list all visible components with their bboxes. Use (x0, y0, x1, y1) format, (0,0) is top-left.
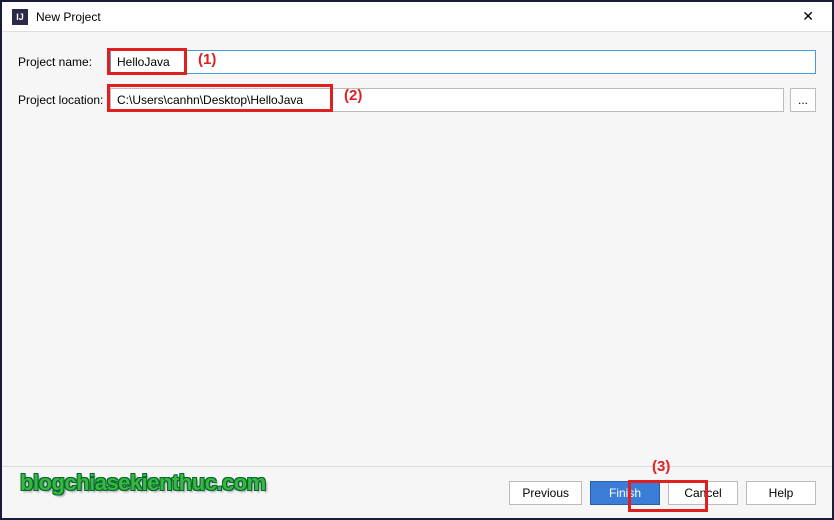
close-icon[interactable]: ✕ (794, 6, 822, 27)
finish-button[interactable]: Finish (590, 481, 660, 505)
browse-button[interactable]: ... (790, 88, 816, 112)
project-location-input[interactable] (110, 88, 784, 112)
project-name-label: Project name: (18, 55, 110, 69)
project-name-row: Project name: (18, 50, 816, 74)
dialog-footer: Previous Finish Cancel Help (2, 466, 832, 518)
project-location-row: Project location: ... (18, 88, 816, 112)
help-button[interactable]: Help (746, 481, 816, 505)
window-title: New Project (36, 10, 794, 24)
app-icon: IJ (12, 9, 28, 25)
cancel-button[interactable]: Cancel (668, 481, 738, 505)
project-name-input[interactable] (110, 50, 816, 74)
dialog-content: Project name: Project location: ... (2, 32, 832, 466)
project-location-label: Project location: (18, 93, 110, 107)
titlebar: IJ New Project ✕ (2, 2, 832, 32)
previous-button[interactable]: Previous (509, 481, 582, 505)
